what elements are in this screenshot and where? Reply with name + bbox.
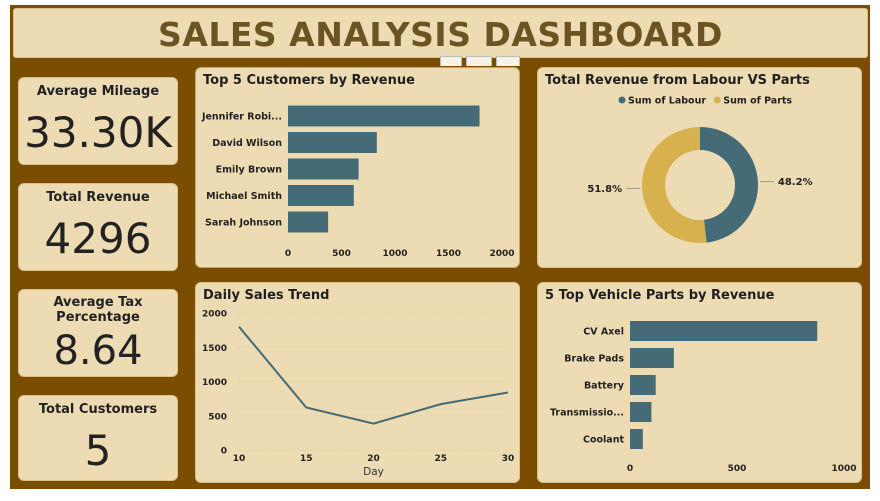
category-label: CV Axel bbox=[583, 327, 624, 338]
category-label: Battery bbox=[584, 381, 625, 392]
filter-icon[interactable] bbox=[440, 56, 462, 66]
category-label: Transmissio... bbox=[550, 408, 624, 419]
kpi-average-mileage: Average Mileage 33.30K bbox=[18, 77, 178, 165]
y-tick-label: 1000 bbox=[202, 378, 227, 388]
more-options-icon[interactable] bbox=[496, 56, 520, 66]
legend-marker bbox=[618, 96, 626, 104]
x-tick-label: 500 bbox=[332, 249, 351, 259]
x-tick-label: 30 bbox=[502, 454, 515, 464]
chart-daily-sales-svg: 0 500 1000 1500 2000 10 15 20 25 30 Day bbox=[202, 310, 515, 479]
y-tick-label: 1500 bbox=[202, 344, 227, 354]
bar bbox=[288, 211, 329, 233]
chart-labour-vs-parts[interactable]: Total Revenue from Labour VS Parts Sum o… bbox=[537, 67, 862, 268]
x-tick-label: 1500 bbox=[436, 249, 461, 259]
x-tick-label: 2000 bbox=[489, 249, 514, 259]
x-tick-label: 0 bbox=[627, 464, 633, 474]
kpi-label: Total Customers bbox=[38, 402, 158, 417]
x-tick-label: 15 bbox=[300, 454, 313, 464]
x-tick-label: 20 bbox=[367, 454, 380, 464]
chart-labour-vs-parts-svg: Sum of Labour Sum of Parts 48.2% 51.8% bbox=[587, 96, 813, 243]
category-label: Coolant bbox=[583, 435, 624, 446]
bar bbox=[288, 132, 377, 153]
series-line bbox=[238, 326, 509, 425]
x-tick-label: 1000 bbox=[831, 464, 856, 474]
y-tick-label: 2000 bbox=[202, 310, 227, 320]
legend-marker bbox=[713, 96, 721, 104]
chart-top-customers-svg: Jennifer Robi... David Wilson Emily Brown M… bbox=[201, 105, 515, 259]
kpi-label: Average Mileage bbox=[36, 84, 160, 99]
bar bbox=[288, 158, 359, 180]
kpi-average-tax: Average Tax Percentage 8.64 bbox=[18, 289, 178, 377]
chart-daily-sales[interactable]: Daily Sales Trend 0 500 1000 1500 2000 10 15 20… bbox=[195, 282, 520, 483]
legend-label: Sum of Labour bbox=[628, 96, 706, 107]
category-label: Sarah Johnson bbox=[205, 218, 282, 229]
bar bbox=[288, 105, 480, 127]
kpi-label: Average Tax Percentage bbox=[53, 295, 143, 325]
y-tick-label: 500 bbox=[208, 412, 227, 422]
x-tick-label: 10 bbox=[233, 454, 246, 464]
x-tick-label: 25 bbox=[434, 454, 447, 464]
bar bbox=[630, 402, 652, 422]
page-title: SALES ANALYSIS DASHBOARD bbox=[158, 15, 723, 54]
category-label: Brake Pads bbox=[564, 354, 624, 365]
kpi-total-customers: Total Customers 5 bbox=[18, 395, 178, 481]
bar bbox=[630, 375, 656, 395]
category-label: Michael Smith bbox=[206, 191, 282, 202]
data-label: 48.2% bbox=[778, 177, 813, 188]
kpi-total-revenue: Total Revenue 4296 bbox=[18, 183, 178, 271]
kpi-value: 4296 bbox=[44, 214, 152, 263]
chart-top-customers[interactable]: Top 5 Customers by Revenue Jennifer Robi… bbox=[195, 67, 520, 268]
data-label: 51.8% bbox=[587, 184, 622, 195]
bar bbox=[630, 348, 674, 368]
x-tick-label: 0 bbox=[285, 249, 291, 259]
legend-label: Sum of Parts bbox=[723, 96, 792, 107]
bar bbox=[630, 429, 643, 449]
kpi-value: 8.64 bbox=[53, 328, 143, 374]
x-tick-label: 500 bbox=[728, 464, 747, 474]
focus-mode-icon[interactable] bbox=[466, 56, 492, 66]
kpi-label: Total Revenue bbox=[46, 190, 150, 205]
kpi-value: 5 bbox=[84, 426, 112, 475]
bar bbox=[630, 321, 818, 341]
category-label: Emily Brown bbox=[216, 165, 283, 176]
kpi-value: 33.30K bbox=[24, 108, 172, 157]
donut-slice bbox=[641, 127, 707, 243]
chart-top-parts[interactable]: 5 Top Vehicle Parts by Revenue CV Axel Br… bbox=[537, 282, 862, 483]
category-label: David Wilson bbox=[212, 138, 282, 149]
chart-top-parts-svg: CV Axel Brake Pads Battery Transmissio... Co… bbox=[550, 321, 857, 474]
header-banner: SALES ANALYSIS DASHBOARD bbox=[13, 8, 868, 58]
x-axis-title: Day bbox=[363, 466, 384, 478]
category-label: Jennifer Robi... bbox=[201, 112, 282, 123]
bar bbox=[288, 185, 354, 206]
donut-slice bbox=[700, 127, 758, 243]
x-tick-label: 1000 bbox=[382, 249, 407, 259]
y-tick-label: 0 bbox=[221, 447, 227, 457]
